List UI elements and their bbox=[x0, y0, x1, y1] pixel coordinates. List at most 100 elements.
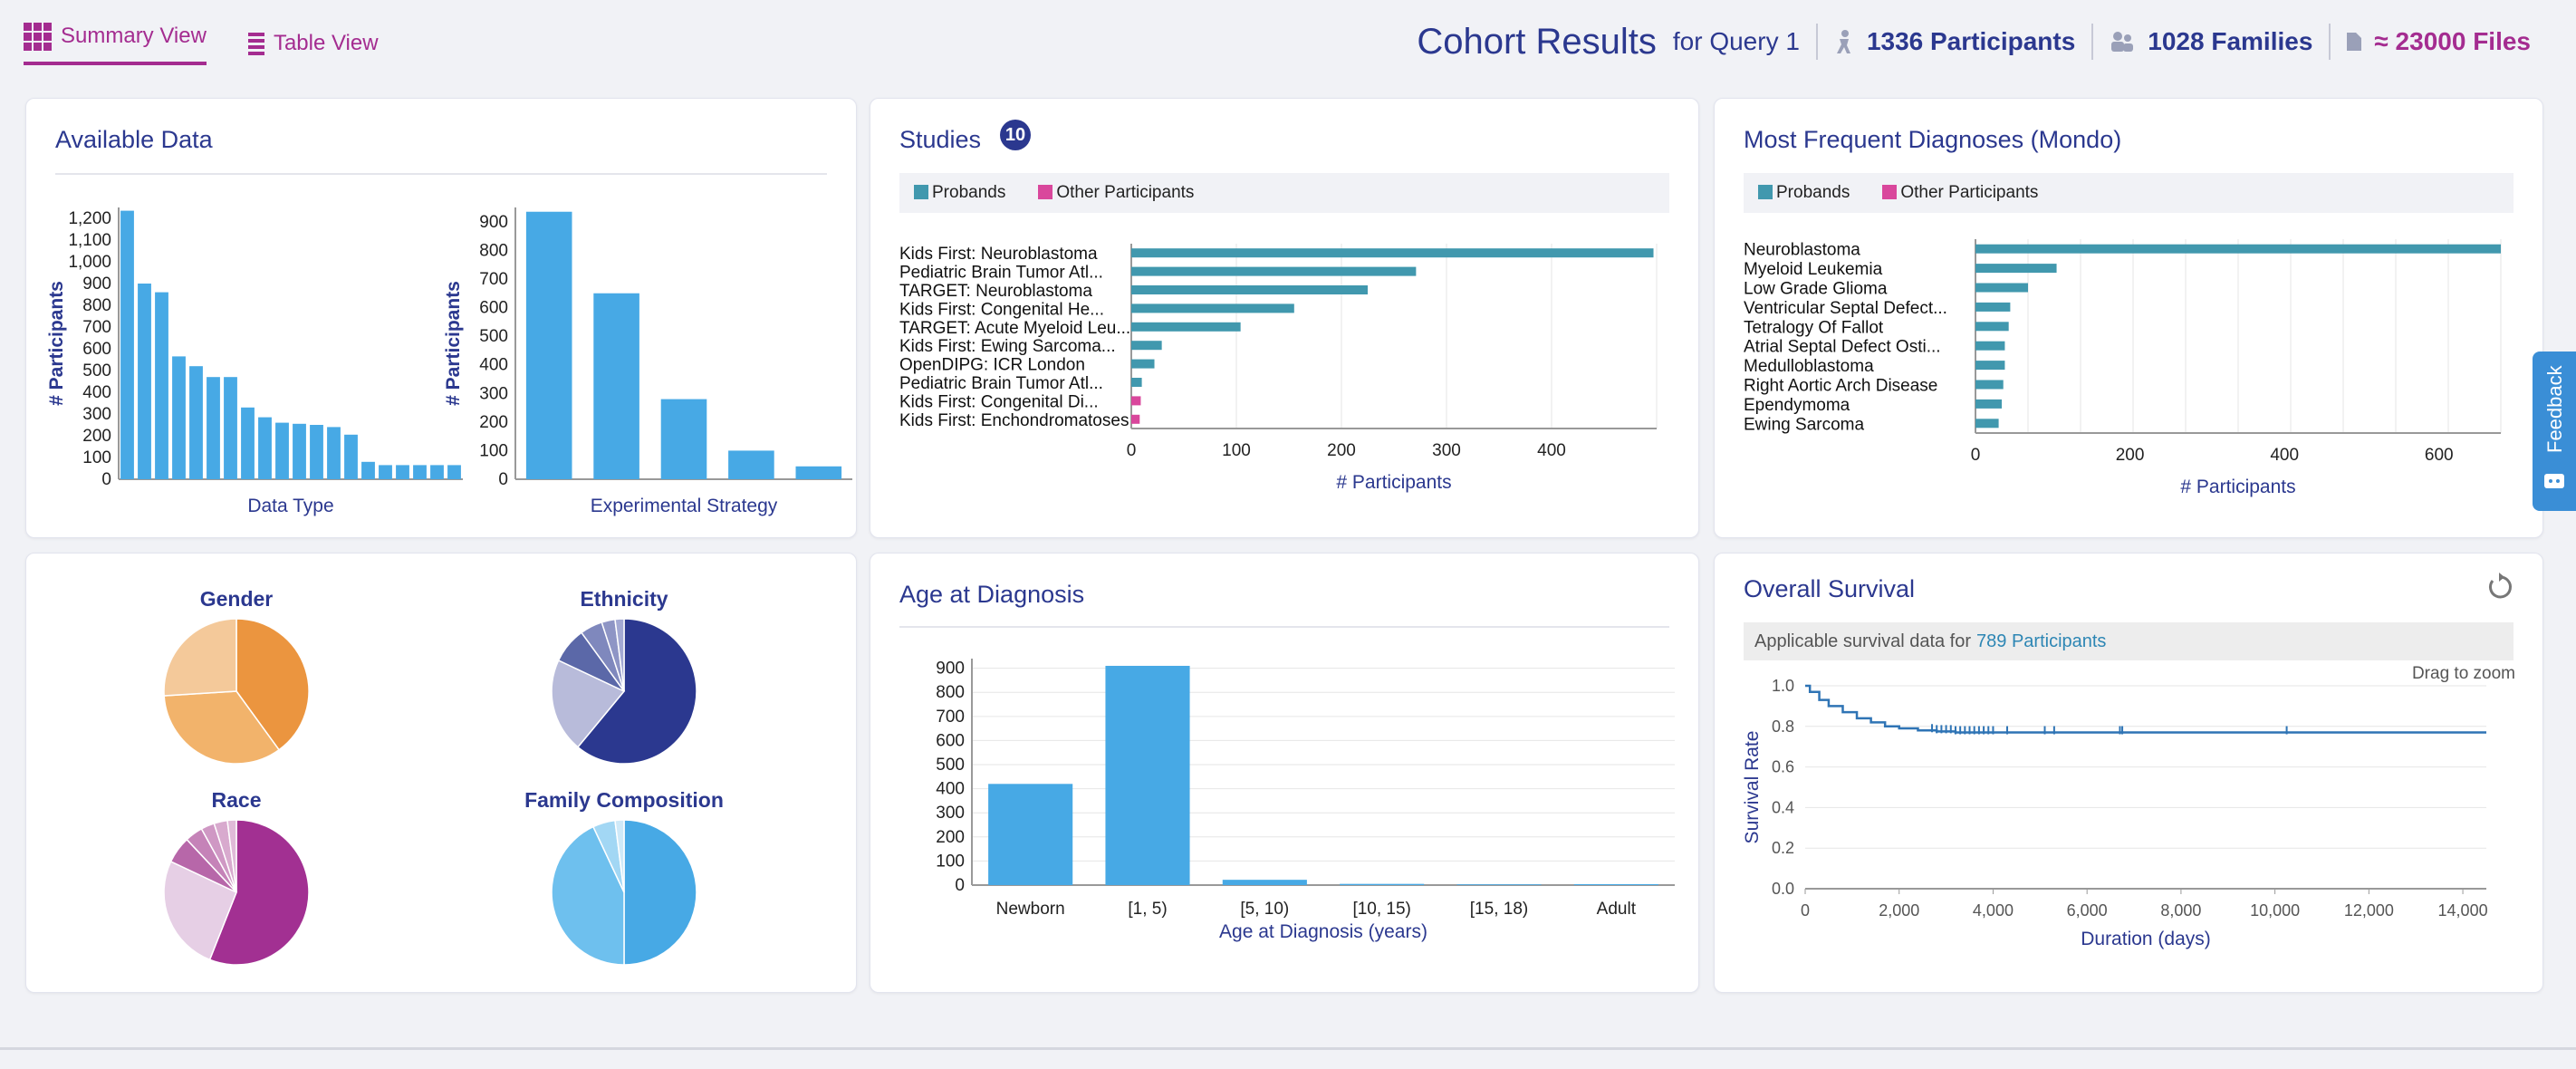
y-tick-label: 400 bbox=[479, 356, 508, 375]
page-title: Cohort Results bbox=[1417, 21, 1657, 62]
bar bbox=[1131, 248, 1654, 258]
x-tick-label: 0 bbox=[1971, 446, 1981, 465]
bar bbox=[275, 422, 289, 479]
bar bbox=[1975, 341, 2005, 351]
feedback-button[interactable]: Feedback bbox=[2533, 352, 2576, 511]
x-tick-label: 400 bbox=[2270, 446, 2299, 465]
x-tick-label: 14,000 bbox=[2438, 901, 2488, 920]
x-tick-label: [10, 15) bbox=[1352, 900, 1410, 919]
y-axis-label: # Participants bbox=[443, 281, 464, 406]
x-tick-label: 0 bbox=[1127, 441, 1137, 460]
y-tick-label: 200 bbox=[936, 828, 965, 847]
diagnoses-card: Most Frequent Diagnoses (Mondo) Probands… bbox=[1714, 98, 2543, 538]
bar bbox=[1131, 378, 1142, 387]
y-category-label: Kids First: Enchondromatoses bbox=[899, 411, 1129, 430]
y-tick-label: 0 bbox=[101, 470, 111, 489]
bar bbox=[138, 284, 151, 479]
survival-curve bbox=[1805, 684, 2486, 734]
y-tick-label: 700 bbox=[479, 270, 508, 289]
bar bbox=[1131, 396, 1141, 406]
x-tick-label: 200 bbox=[1327, 441, 1356, 460]
bar bbox=[660, 399, 707, 479]
y-tick-label: 1,000 bbox=[68, 253, 111, 272]
tab-table-view-label: Table View bbox=[273, 31, 379, 55]
bar bbox=[413, 465, 427, 479]
divider bbox=[2329, 24, 2331, 60]
x-tick-label: 10,000 bbox=[2250, 901, 2300, 920]
footer-divider bbox=[0, 1047, 2576, 1050]
cohort-header: Cohort Results for Query 1 1336 Particip… bbox=[1417, 18, 2531, 65]
bar bbox=[728, 450, 774, 479]
bar bbox=[1573, 883, 1658, 885]
bar bbox=[1975, 380, 2004, 390]
y-category-label: Atrial Septal Defect Osti... bbox=[1744, 338, 1941, 357]
bar bbox=[327, 427, 341, 479]
y-tick-label: 1,100 bbox=[68, 231, 111, 250]
bar bbox=[293, 423, 306, 479]
y-category-label: OpenDIPG: ICR London bbox=[899, 356, 1085, 375]
bar bbox=[1131, 359, 1155, 369]
bar bbox=[447, 465, 461, 479]
y-category-label: Kids First: Congenital He... bbox=[899, 300, 1104, 319]
y-tick-label: 300 bbox=[936, 804, 965, 823]
bar bbox=[795, 466, 842, 479]
demographics-card: Gender Ethnicity Race Family Composition bbox=[25, 553, 857, 993]
bar bbox=[1975, 419, 1999, 429]
y-axis-label: # Participants bbox=[46, 281, 67, 406]
y-tick-label: 800 bbox=[479, 241, 508, 260]
files-stat: ≈ 23000 Files bbox=[2347, 27, 2531, 56]
bar bbox=[1975, 264, 2057, 274]
bar bbox=[1975, 361, 2005, 371]
y-tick-label: 100 bbox=[479, 441, 508, 460]
bar bbox=[258, 417, 272, 479]
bar bbox=[1975, 283, 2028, 293]
y-tick-label: 500 bbox=[82, 361, 111, 380]
chat-icon bbox=[2544, 474, 2564, 488]
query-name: for Query 1 bbox=[1672, 27, 1800, 55]
y-category-label: Myeloid Leukemia bbox=[1744, 260, 1883, 279]
bar bbox=[1975, 302, 2011, 312]
y-tick-label: 600 bbox=[479, 299, 508, 318]
bar bbox=[155, 292, 168, 479]
available-data-charts: 0 100 200 300 400 500 600 700 800 900 1,000 1,100 1,… bbox=[46, 207, 852, 516]
bar bbox=[988, 784, 1073, 885]
bar bbox=[430, 465, 444, 479]
y-category-label: Right Aortic Arch Disease bbox=[1744, 377, 1937, 396]
x-tick-label: 12,000 bbox=[2344, 901, 2394, 920]
bar bbox=[1131, 266, 1417, 276]
pie-title: Gender bbox=[200, 587, 274, 611]
y-category-label: Medulloblastoma bbox=[1744, 357, 1874, 376]
pie-title: Family Composition bbox=[524, 788, 724, 812]
y-category-label: Ependymoma bbox=[1744, 396, 1850, 415]
view-tabs: Summary View Table View bbox=[24, 22, 379, 65]
bar bbox=[1456, 884, 1542, 885]
y-tick-label: 0.4 bbox=[1772, 798, 1794, 816]
y-tick-label: 900 bbox=[82, 274, 111, 294]
x-tick-label: [15, 18) bbox=[1470, 900, 1528, 919]
y-tick-label: 800 bbox=[82, 296, 111, 315]
x-tick-label: [1, 5) bbox=[1128, 900, 1167, 919]
y-tick-label: 700 bbox=[82, 318, 111, 337]
diagnoses-bar-chart: 0 200 400 600 NeuroblastomaMyeloid LeukemiaL… bbox=[1744, 239, 2502, 497]
bar bbox=[172, 356, 186, 479]
bar bbox=[525, 211, 572, 479]
y-tick-label: 0 bbox=[498, 470, 508, 489]
bar bbox=[241, 407, 255, 479]
participant-icon bbox=[1836, 30, 1850, 53]
y-tick-label: 400 bbox=[82, 383, 111, 402]
x-tick-label: 6,000 bbox=[2067, 901, 2108, 920]
bar bbox=[379, 465, 392, 479]
bar bbox=[224, 377, 237, 479]
survival-line-chart[interactable]: 0.0 0.2 0.4 0.6 0.8 1.0 0 2,000 4,000 6,000 8,000 1… bbox=[1715, 554, 2544, 994]
x-axis-label: Age at Diagnosis (years) bbox=[1219, 921, 1427, 942]
tab-summary-view[interactable]: Summary View bbox=[24, 22, 207, 65]
y-tick-label: 700 bbox=[936, 708, 965, 727]
bar bbox=[1131, 285, 1368, 294]
bar bbox=[593, 293, 639, 479]
y-tick-label: 400 bbox=[936, 780, 965, 799]
tab-table-view[interactable]: Table View bbox=[247, 24, 379, 63]
bar bbox=[1222, 880, 1307, 885]
bar bbox=[396, 465, 409, 479]
bar bbox=[1131, 322, 1241, 332]
studies-bar-chart: 0 100 200 300 400Kids First: NeuroblastomaPe… bbox=[899, 244, 1658, 493]
